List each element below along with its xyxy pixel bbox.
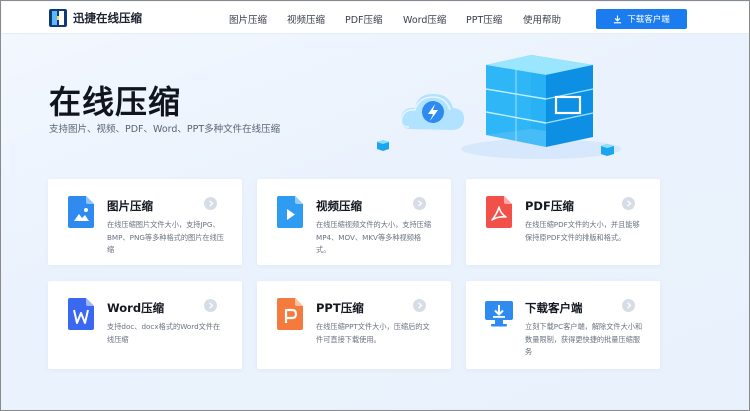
- card-title: Word压缩: [107, 301, 165, 315]
- brand-name: 迅捷在线压缩: [73, 11, 142, 25]
- page-title: 在线压缩: [49, 83, 182, 121]
- hero-compress-cube-illustration: [377, 55, 621, 159]
- download-client-button[interactable]: 下载客户端: [596, 9, 687, 29]
- nav-item-image-compress[interactable]: 图片压缩: [229, 12, 267, 26]
- video-file-icon: [277, 196, 303, 228]
- card-title: PDF压缩: [525, 199, 574, 213]
- card-pdf-compress[interactable]: PDF压缩 在线压缩PDF文件的大小，并且能够保持原PDF文件的排版和格式。: [466, 179, 660, 265]
- brand-logo-icon: [49, 9, 67, 27]
- nav-item-help[interactable]: 使用帮助: [523, 12, 561, 26]
- chevron-right-icon[interactable]: [622, 299, 635, 312]
- chevron-right-icon[interactable]: [413, 197, 426, 210]
- chevron-right-icon[interactable]: [622, 197, 635, 210]
- cloud-lightning-icon: [400, 93, 465, 130]
- card-description: 立刻下载PC客户端，解除文件大小和数量限制，获得更快捷的批量压缩服务: [525, 322, 643, 356]
- card-ppt-compress[interactable]: PPT压缩 在线压缩PPT文件大小，压缩后的文件可直接下载使用。: [257, 281, 451, 369]
- card-description: 支持doc、docx格式的Word文件在线压缩: [107, 322, 221, 344]
- top-navbar: 迅捷在线压缩 图片压缩 视频压缩 PDF压缩 Word压缩 PPT压缩 使用帮助…: [2, 2, 749, 34]
- card-title: 图片压缩: [107, 199, 153, 213]
- chevron-right-icon[interactable]: [204, 299, 217, 312]
- compress-cube-icon: [485, 55, 594, 147]
- download-monitor-icon: [485, 301, 513, 327]
- nav-item-ppt-compress[interactable]: PPT压缩: [466, 12, 502, 26]
- download-icon: [614, 14, 622, 23]
- chevron-right-icon[interactable]: [204, 197, 217, 210]
- nav-item-word-compress[interactable]: Word压缩: [403, 12, 446, 26]
- card-title: 视频压缩: [316, 199, 362, 213]
- card-description: 在线压缩PDF文件的大小，并且能够保持原PDF文件的排版和格式。: [525, 220, 640, 242]
- card-download-client[interactable]: 下载客户端 立刻下载PC客户端，解除文件大小和数量限制，获得更快捷的批量压缩服务: [466, 281, 660, 369]
- card-description: 在线压缩图片文件大小，支持JPG、BMP、PNG等多种格式的图片在线压缩: [107, 220, 224, 254]
- ppt-file-icon: [277, 298, 303, 330]
- card-video-compress[interactable]: 视频压缩 在线压缩视频文件的大小，支持压缩MP4、MOV、MKV等多种视频格式。: [257, 179, 451, 265]
- pdf-file-icon: [486, 196, 512, 228]
- card-description: 在线压缩PPT文件大小，压缩后的文件可直接下载使用。: [316, 322, 430, 344]
- card-image-compress[interactable]: 图片压缩 在线压缩图片文件大小，支持JPG、BMP、PNG等多种格式的图片在线压…: [48, 179, 242, 265]
- nav-item-video-compress[interactable]: 视频压缩: [287, 12, 325, 26]
- word-file-icon: [68, 298, 94, 330]
- small-cube-icon: [377, 140, 389, 151]
- card-description: 在线压缩视频文件的大小，支持压缩MP4、MOV、MKV等多种视频格式。: [316, 220, 432, 254]
- chevron-right-icon[interactable]: [413, 299, 426, 312]
- card-title: 下载客户端: [525, 301, 583, 315]
- page-subtitle: 支持图片、视频、PDF、Word、PPT多种文件在线压缩: [49, 124, 281, 135]
- brand-logo[interactable]: 迅捷在线压缩: [49, 9, 142, 27]
- small-cube-icon: [601, 144, 614, 156]
- card-word-compress[interactable]: Word压缩 支持doc、docx格式的Word文件在线压缩: [48, 281, 242, 369]
- image-file-icon: [68, 196, 94, 228]
- nav-item-pdf-compress[interactable]: PDF压缩: [345, 12, 383, 26]
- page: 迅捷在线压缩 图片压缩 视频压缩 PDF压缩 Word压缩 PPT压缩 使用帮助…: [0, 0, 750, 411]
- download-client-label: 下载客户端: [627, 15, 670, 25]
- card-title: PPT压缩: [316, 301, 364, 315]
